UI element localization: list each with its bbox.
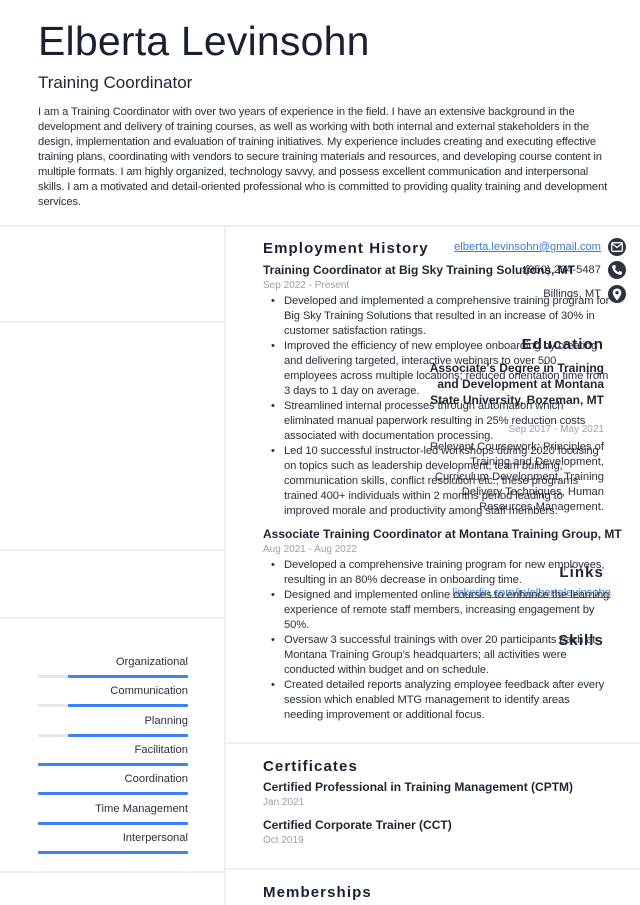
certificate-date: Oct 2019: [263, 835, 304, 846]
certificates-divider: [226, 868, 640, 870]
employment-divider: [226, 742, 640, 744]
phone-icon: [608, 261, 626, 279]
certificate-date: Jan 2021: [263, 797, 305, 808]
job-title: Associate Training Coordinator at Montan…: [263, 527, 622, 541]
skill-level-track: [38, 704, 188, 708]
column-divider: [224, 226, 226, 905]
map-pin-icon: [608, 285, 626, 303]
skill-item: Facilitation: [38, 743, 188, 766]
skill-level-track: [38, 675, 188, 678]
certificates-heading: Certificates: [263, 758, 358, 775]
job-title: Training Coordinator at Big Sky Training…: [263, 263, 576, 277]
education-divider: [0, 549, 224, 551]
job-bullet: Created detailed reports analyzing emplo…: [270, 678, 610, 723]
job-dates: Aug 2021 - Aug 2022: [263, 544, 357, 555]
job-bullet: Led 10 successful instructor-led worksho…: [270, 444, 610, 519]
skill-label: Facilitation: [134, 743, 188, 756]
skill-item: Interpersonal: [38, 831, 188, 854]
job-bullet: Developed a comprehensive training progr…: [270, 558, 610, 588]
job-dates: Sep 2022 - Present: [263, 280, 350, 291]
skill-level-bar: [38, 762, 188, 766]
skill-level-bar: [38, 850, 188, 854]
candidate-title: Training Coordinator: [38, 73, 193, 92]
email-link[interactable]: elberta.levinsohn@gmail.com: [454, 241, 601, 253]
skill-label: Interpersonal: [122, 831, 188, 844]
skill-level-bar: [68, 704, 188, 708]
skill-label: Time Management: [95, 802, 188, 815]
skill-level-bar: [38, 792, 188, 796]
skill-level-track: [38, 821, 188, 825]
memberships-heading: Memberships: [263, 884, 372, 901]
job-bullet: Designed and implemented online courses …: [270, 588, 610, 633]
skill-label: Organizational: [115, 656, 188, 668]
skill-item: Time Management: [38, 802, 188, 825]
skill-level-bar: [38, 821, 188, 825]
candidate-name: Elberta Levinsohn: [38, 18, 370, 64]
skill-level-bar: [68, 733, 188, 737]
skill-label: Planning: [144, 714, 188, 727]
job-bullet: Improved the efficiency of new employee …: [270, 339, 610, 399]
links-divider: [0, 617, 224, 619]
contact-divider: [0, 321, 224, 323]
skill-level-track: [38, 733, 188, 737]
skill-label: Coordination: [124, 773, 188, 786]
job-bullet: Streamlined internal processes through a…: [270, 399, 610, 444]
skill-item: Organizational: [38, 655, 188, 678]
skills-divider: [0, 871, 224, 873]
employment-heading: Employment History: [263, 240, 429, 257]
job-bullet: Developed and implemented a comprehensiv…: [270, 294, 610, 339]
skill-item: Coordination: [38, 772, 188, 796]
skill-level-track: [38, 792, 188, 796]
certificate-name: Certified Corporate Trainer (CCT): [263, 818, 452, 832]
skill-item: Planning: [38, 714, 188, 737]
contact-email: elberta.levinsohn@gmail.com: [454, 237, 626, 257]
skill-level-track: [38, 762, 188, 766]
skill-level-track: [38, 850, 188, 854]
job-bullets: Developed and implemented a comprehensiv…: [270, 294, 610, 519]
header-divider: [0, 225, 640, 227]
skill-label: Communication: [110, 685, 188, 698]
job-bullet: Oversaw 3 successful trainings with over…: [270, 633, 610, 678]
profile-summary: I am a Training Coordinator with over tw…: [38, 106, 608, 208]
certificate-name: Certified Professional in Training Manag…: [263, 780, 574, 794]
skill-level-bar: [68, 675, 188, 678]
skill-item: Communication: [38, 684, 188, 708]
job-bullets: Developed a comprehensive training progr…: [270, 558, 610, 723]
envelope-icon: [608, 238, 626, 256]
